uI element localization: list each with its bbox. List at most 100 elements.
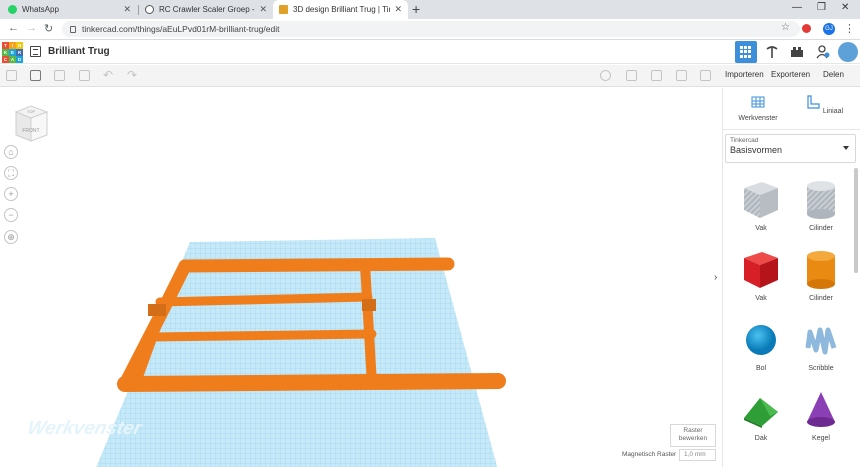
import-button[interactable]: Importeren	[725, 70, 764, 79]
panel-scrollbar[interactable]	[854, 168, 858, 273]
tinkercad-header: T I N K E R C A D Brilliant Trug	[0, 40, 860, 64]
model-bracket[interactable]	[148, 304, 166, 316]
new-tab-button[interactable]: +	[412, 2, 420, 17]
tab-title: RC Crawler Scaler Groep - Forum	[159, 5, 255, 14]
mirror-icon[interactable]	[700, 70, 711, 81]
blocks-button[interactable]	[761, 41, 783, 63]
red-box-icon	[744, 252, 778, 288]
shape-box[interactable]: Vak	[731, 178, 791, 232]
bookmark-star-icon[interactable]: ☆	[781, 22, 790, 33]
edit-toolbar: ↶ ↷ Importeren Exporteren Delen	[0, 65, 860, 87]
close-tab-icon[interactable]: ✕	[123, 4, 131, 15]
workplane-label: Werkvenster	[25, 418, 145, 439]
shape-cylinder-orange[interactable]: Cilinder	[791, 248, 851, 302]
close-window-icon[interactable]: ✕	[841, 2, 849, 13]
cylinder-icon	[807, 181, 835, 219]
lock-icon	[70, 25, 76, 33]
minimize-icon[interactable]: —	[792, 2, 802, 13]
shape-label: Bol	[755, 365, 767, 372]
back-icon[interactable]: ←	[8, 22, 19, 34]
user-avatar[interactable]	[838, 42, 858, 62]
ruler-tool-label: Liniaal	[822, 108, 844, 115]
undo-icon[interactable]: ↶	[103, 68, 113, 82]
whatsapp-icon	[8, 5, 17, 14]
browser-menu-icon[interactable]: ⋮	[844, 22, 855, 35]
tab-whatsapp[interactable]: WhatsApp ✕	[2, 0, 137, 19]
workplane-tool-icon	[751, 96, 765, 108]
3d-view-button[interactable]	[735, 41, 757, 63]
duplicate-icon[interactable]	[54, 70, 65, 81]
shape-roof[interactable]: Dak	[731, 388, 791, 442]
shape-box-red[interactable]: Vak	[731, 248, 791, 302]
add-user-icon	[816, 45, 830, 59]
bricks-button[interactable]	[786, 41, 808, 63]
maximize-icon[interactable]: ❐	[817, 2, 826, 13]
profile-avatar[interactable]: GJ	[823, 23, 835, 35]
brick-icon	[791, 47, 803, 57]
library-name: Basisvormen	[730, 145, 783, 155]
model-bracket[interactable]	[362, 299, 376, 311]
shape-cylinder[interactable]: Cilinder	[791, 178, 851, 232]
tab-tinkercad[interactable]: 3D design Brilliant Trug | Tinkerca ✕	[273, 0, 408, 19]
workplane-tool[interactable]: Werkvenster	[733, 94, 783, 122]
url-text: tinkercad.com/things/aEuLPvd01rM-brillia…	[82, 24, 280, 34]
tinkercad-logo[interactable]: T I N K E R C A D	[2, 42, 23, 63]
shape-library-select[interactable]: Tinkercad Basisvormen	[725, 134, 856, 163]
workplane-scene: Werkvenster	[25, 238, 506, 467]
cone-icon	[807, 392, 835, 427]
grid-icon	[740, 46, 752, 58]
address-bar-row: ← → ↻ tinkercad.com/things/aEuLPvd01rM-b…	[0, 19, 860, 40]
align-icon[interactable]	[676, 70, 687, 81]
shape-label: Kegel	[812, 435, 830, 442]
copy-icon[interactable]	[6, 70, 17, 81]
shape-cone[interactable]: Kegel	[791, 388, 851, 442]
reload-icon[interactable]: ↻	[44, 22, 53, 35]
panel-tools: Werkvenster Liniaal	[723, 88, 860, 130]
light-bulb-icon[interactable]	[600, 70, 611, 81]
design-list-icon[interactable]	[30, 46, 41, 57]
extension-icon[interactable]	[802, 24, 811, 33]
ruler-icon	[807, 95, 820, 109]
scribble-icon	[805, 327, 837, 355]
shape-label: Cilinder	[809, 295, 833, 302]
delete-icon[interactable]	[79, 70, 90, 81]
shape-label: Scribble	[808, 365, 834, 372]
close-tab-icon[interactable]: ✕	[259, 4, 267, 15]
ruler-tool[interactable]: Liniaal	[799, 94, 849, 115]
workplane-tool-label: Werkvenster	[738, 115, 778, 122]
tinkercad-favicon-icon	[279, 5, 288, 14]
3d-workspace[interactable]: TOP FRONT ⌂ ⛶ + − ⊕ Werkvenster Raster b…	[0, 88, 722, 467]
browser-tab-strip: WhatsApp ✕ RC Crawler Scaler Groep - For…	[0, 0, 860, 19]
snap-grid-label: Magnetisch Raster	[622, 451, 677, 458]
close-tab-icon[interactable]: ✕	[394, 4, 402, 15]
shape-scribble[interactable]: Scribble	[791, 318, 851, 372]
group-icon[interactable]	[626, 70, 637, 81]
roof-icon	[744, 398, 778, 428]
paste-icon[interactable]	[30, 70, 41, 81]
orange-cylinder-icon	[807, 251, 835, 289]
shape-sphere[interactable]: Bol	[731, 318, 791, 372]
forward-icon[interactable]: →	[26, 22, 37, 34]
share-button[interactable]: Delen	[823, 70, 844, 79]
collapse-panel-icon[interactable]: ›	[714, 270, 722, 286]
tab-title: WhatsApp	[22, 5, 59, 14]
library-source: Tinkercad	[730, 137, 759, 144]
ungroup-icon[interactable]	[651, 70, 662, 81]
shape-label: Dak	[754, 435, 768, 442]
chevron-down-icon	[843, 146, 849, 150]
globe-icon	[145, 5, 154, 14]
url-field[interactable]: tinkercad.com/things/aEuLPvd01rM-brillia…	[62, 21, 800, 37]
tab-title: 3D design Brilliant Trug | Tinkerca	[293, 5, 390, 14]
project-title[interactable]: Brilliant Trug	[48, 46, 110, 57]
shape-label: Vak	[755, 295, 767, 302]
edit-grid-button[interactable]: Raster bewerken	[670, 424, 716, 447]
snap-grid-select[interactable]: 1,0 mm	[679, 449, 716, 461]
export-button[interactable]: Exporteren	[771, 70, 810, 79]
redo-icon[interactable]: ↷	[127, 68, 137, 82]
add-user-button[interactable]	[812, 41, 834, 63]
tab-forum[interactable]: RC Crawler Scaler Groep - Forum ✕	[139, 0, 273, 19]
shape-label: Vak	[755, 225, 767, 232]
pickaxe-icon	[766, 46, 778, 58]
shapes-panel: Werkvenster Liniaal Tinkercad Basisvorme…	[722, 88, 860, 467]
box-icon	[744, 182, 778, 218]
